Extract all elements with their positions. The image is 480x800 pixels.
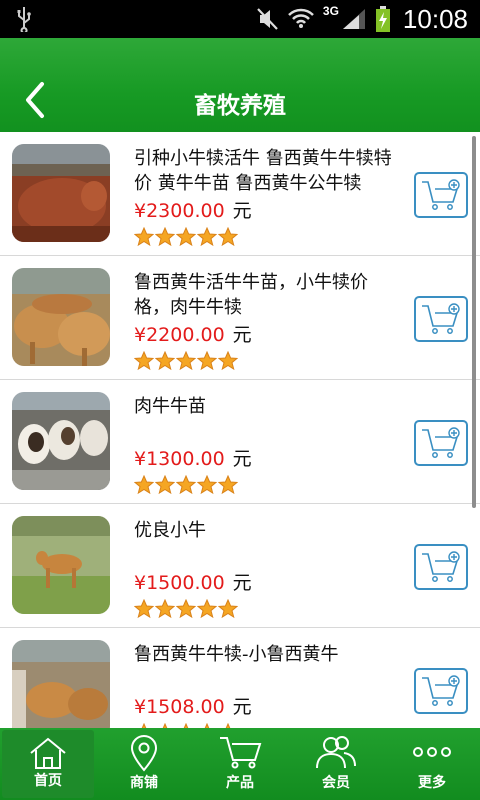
product-name[interactable]: 肉牛牛苗 [134, 394, 396, 419]
star-icon [218, 475, 238, 495]
product-item[interactable]: 鲁西黄牛牛犊-小鲁西黄牛 ¥1508.00 元 [0, 628, 480, 728]
product-image[interactable] [12, 268, 110, 366]
price-unit: 元 [232, 696, 252, 718]
product-image[interactable] [12, 392, 110, 490]
nav-label: 首页 [34, 773, 62, 789]
star-icon [176, 227, 196, 247]
product-price: ¥2300.00 [134, 200, 225, 222]
product-image[interactable] [12, 640, 110, 728]
product-image[interactable] [12, 144, 110, 242]
star-icon [155, 351, 175, 371]
add-to-cart-button[interactable] [414, 296, 468, 342]
star-icon [176, 475, 196, 495]
star-icon [218, 351, 238, 371]
price-row: ¥2300.00 元 [134, 196, 252, 223]
nav-label: 产品 [226, 775, 254, 791]
star-icon [218, 599, 238, 619]
star-icon [176, 599, 196, 619]
add-to-cart-button[interactable] [414, 172, 468, 218]
star-icon [176, 351, 196, 371]
add-cart-icon [422, 675, 460, 706]
list-scrollbar[interactable] [472, 136, 476, 508]
cart-icon [220, 737, 262, 769]
product-price: ¥1300.00 [134, 448, 225, 470]
price-unit: 元 [232, 200, 252, 222]
star-icon [155, 227, 175, 247]
price-row: ¥1500.00 元 [134, 568, 252, 595]
more-dots-icon [413, 747, 451, 757]
nav-products[interactable]: 产品 [192, 728, 288, 800]
price-unit: 元 [232, 448, 252, 470]
rating-stars [134, 475, 238, 495]
location-pin-icon [130, 735, 158, 772]
price-row: ¥2200.00 元 [134, 320, 252, 347]
add-to-cart-button[interactable] [414, 668, 468, 714]
rating-stars [134, 351, 238, 371]
network-type: 3G [322, 4, 339, 18]
product-item[interactable]: 优良小牛 ¥1500.00 元 [0, 504, 480, 628]
nav-home[interactable]: 首页 [2, 730, 94, 798]
product-list[interactable]: 引种小牛犊活牛 鲁西黄牛牛犊特价 黄牛牛苗 鲁西黄牛公牛犊 ¥2300.00 元 [0, 132, 480, 728]
clock: 10:08 [402, 3, 468, 34]
product-price: ¥1500.00 [134, 572, 225, 594]
price-unit: 元 [232, 572, 252, 594]
nav-label: 会员 [322, 775, 350, 791]
status-bar: 3G 10:08 [0, 0, 480, 38]
page-title: 畜牧养殖 [194, 93, 286, 119]
product-name[interactable]: 引种小牛犊活牛 鲁西黄牛牛犊特价 黄牛牛苗 鲁西黄牛公牛犊 [134, 146, 396, 196]
star-icon [197, 599, 217, 619]
product-image[interactable] [12, 516, 110, 614]
wifi-icon [288, 8, 314, 28]
signal-icon [342, 9, 365, 29]
product-name[interactable]: 鲁西黄牛活牛牛苗，小牛犊价格，肉牛牛犊 [134, 270, 396, 320]
star-icon [197, 227, 217, 247]
product-name[interactable]: 优良小牛 [134, 518, 396, 543]
title-bar: 畜牧养殖 [0, 38, 480, 132]
nav-more[interactable]: 更多 [384, 728, 480, 800]
nav-label: 更多 [418, 775, 446, 791]
product-price: ¥2200.00 [134, 324, 225, 346]
add-cart-icon [422, 427, 460, 458]
add-cart-icon [422, 551, 460, 582]
home-icon [30, 737, 66, 769]
product-item[interactable]: 引种小牛犊活牛 鲁西黄牛牛犊特价 黄牛牛苗 鲁西黄牛公牛犊 ¥2300.00 元 [0, 132, 480, 256]
add-to-cart-button[interactable] [414, 420, 468, 466]
product-item[interactable]: 鲁西黄牛活牛牛苗，小牛犊价格，肉牛牛犊 ¥2200.00 元 [0, 256, 480, 380]
star-icon [134, 475, 154, 495]
price-row: ¥1300.00 元 [134, 444, 252, 471]
add-to-cart-button[interactable] [414, 544, 468, 590]
star-icon [197, 475, 217, 495]
battery-icon [375, 6, 390, 32]
add-cart-icon [422, 303, 460, 334]
nav-shops[interactable]: 商铺 [96, 728, 192, 800]
bottom-nav: 首页 商铺 产品 会员 更多 [0, 728, 480, 800]
star-icon [197, 351, 217, 371]
product-item[interactable]: 肉牛牛苗 ¥1300.00 元 [0, 380, 480, 504]
star-icon [155, 599, 175, 619]
users-icon [316, 736, 356, 769]
app-screen: 3G 10:08 畜牧养殖 引种小牛犊活牛 鲁西黄牛牛犊特价 黄牛牛苗 鲁西黄牛… [0, 0, 480, 800]
star-icon [134, 351, 154, 371]
star-icon [155, 475, 175, 495]
product-price: ¥1508.00 [134, 696, 225, 718]
product-name[interactable]: 鲁西黄牛牛犊-小鲁西黄牛 [134, 642, 396, 667]
usb-icon [17, 7, 31, 32]
rating-stars [134, 599, 238, 619]
rating-stars [134, 227, 238, 247]
nav-members[interactable]: 会员 [288, 728, 384, 800]
mute-icon [257, 8, 278, 30]
star-icon [218, 227, 238, 247]
price-row: ¥1508.00 元 [134, 692, 252, 719]
star-icon [134, 599, 154, 619]
price-unit: 元 [232, 324, 252, 346]
nav-label: 商铺 [130, 775, 158, 791]
star-icon [134, 227, 154, 247]
add-cart-icon [422, 179, 460, 210]
